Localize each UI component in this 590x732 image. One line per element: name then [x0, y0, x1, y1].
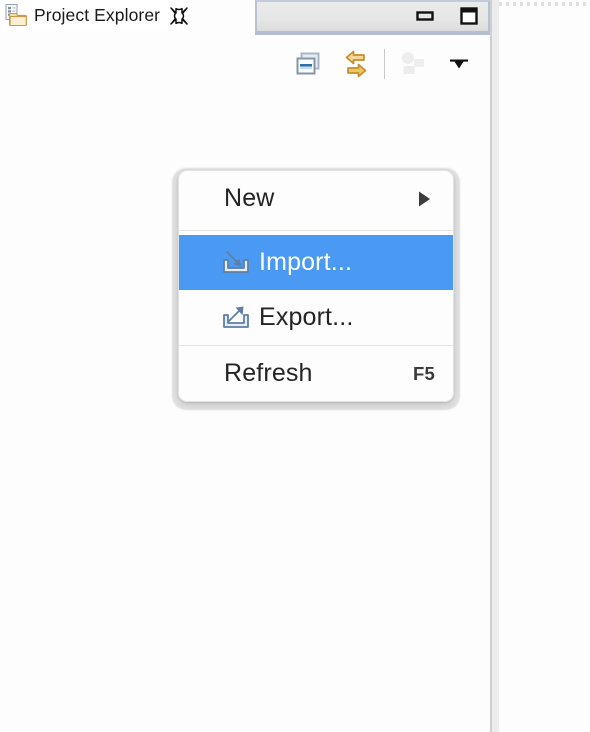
menu-item-export[interactable]: Export... [179, 290, 453, 345]
submenu-arrow-icon [419, 191, 430, 206]
focus-active-task-icon [402, 52, 424, 74]
close-icon [170, 6, 188, 25]
view-tab-row: Project Explorer [0, 0, 490, 35]
menu-item-label: Import... [259, 248, 353, 276]
collapse-all-icon [296, 52, 320, 75]
menu-item-refresh[interactable]: Refresh F5 [179, 346, 453, 401]
eclipse-workbench: Project Explorer New Import... Export...… [0, 0, 590, 732]
tab-stack-underline [255, 31, 490, 35]
view-menu-button[interactable] [436, 41, 482, 87]
export-icon [223, 306, 249, 328]
editor-area[interactable] [499, 0, 590, 732]
focus-active-task-button[interactable] [390, 41, 436, 87]
menu-item-label: New [224, 184, 275, 212]
menu-item-label: Export... [259, 303, 354, 331]
maximize-icon [460, 6, 478, 25]
context-menu: New Import... Export... Refresh F5 [178, 170, 454, 402]
view-tab-title: Project Explorer [34, 5, 161, 25]
export-icon [221, 303, 251, 333]
toolbar-separator [384, 49, 385, 79]
view-toolbar-items [287, 36, 482, 92]
import-icon [223, 250, 249, 273]
menu-separator [179, 230, 453, 231]
sash-divider-line [490, 0, 492, 732]
submenu-arrow-icon [413, 188, 435, 210]
view-tab-project-explorer[interactable]: Project Explorer [0, 0, 191, 31]
import-icon [221, 248, 251, 278]
chevron-down-icon [450, 59, 468, 69]
menu-item-new[interactable]: New [179, 171, 453, 226]
view-toolbar [0, 36, 490, 92]
minimize-button[interactable] [414, 5, 436, 27]
editor-top-edge [499, 2, 590, 6]
minimize-icon [416, 10, 434, 21]
menu-item-import[interactable]: Import... [179, 235, 453, 290]
maximize-button[interactable] [458, 5, 480, 27]
close-button[interactable] [168, 5, 190, 27]
project-explorer-icon [4, 3, 30, 29]
menu-item-label: Refresh [224, 359, 313, 387]
window-buttons [414, 0, 480, 31]
link-with-editor-icon [345, 50, 367, 78]
view-editor-sash[interactable] [490, 0, 499, 732]
collapse-all-button[interactable] [287, 41, 333, 87]
link-with-editor-button[interactable] [333, 41, 379, 87]
menu-item-accelerator: F5 [413, 362, 435, 384]
